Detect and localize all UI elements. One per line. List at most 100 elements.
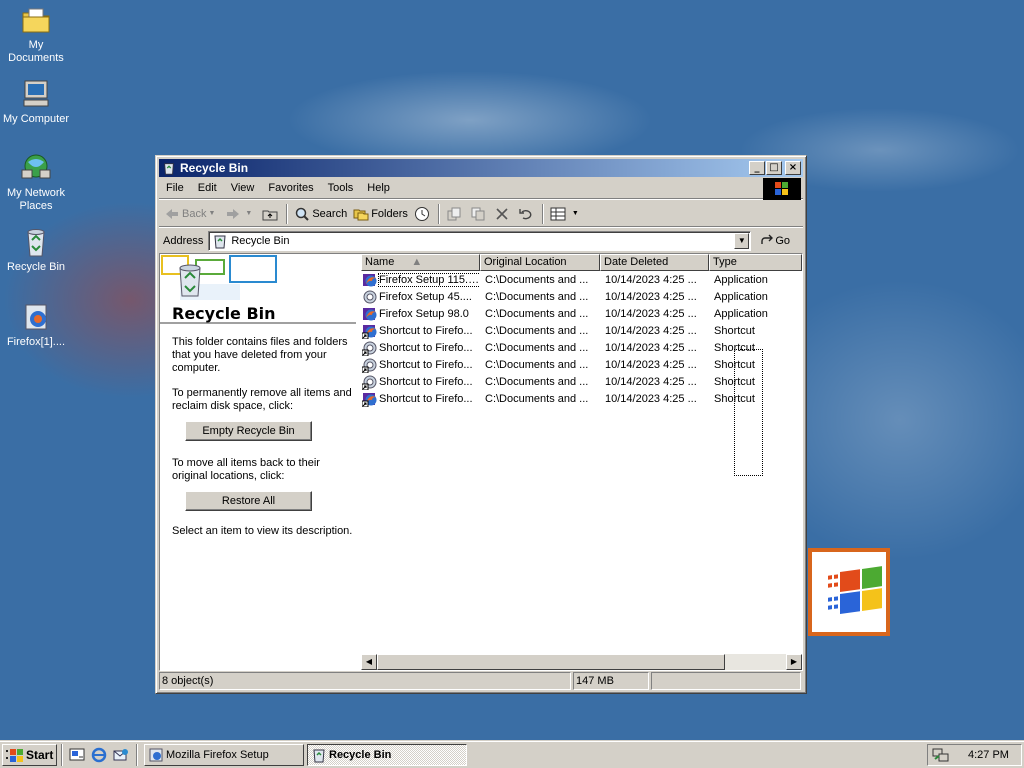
scroll-right-button[interactable]: ▶ [786, 654, 802, 670]
close-button[interactable]: × [785, 161, 801, 175]
horizontal-scrollbar[interactable]: ◀ ▶ [361, 654, 802, 670]
desktop-icon-recycle-bin[interactable]: Recycle Bin [0, 226, 72, 274]
recycle-bin-icon [164, 163, 174, 175]
taskbar: Start Mozilla Firefox Setup Recycle Bin … [0, 740, 1024, 768]
selection-hint: Select an item to view its description. [172, 525, 353, 537]
column-header-name[interactable]: Name ▲ [361, 254, 480, 271]
toolbar-separator [541, 203, 544, 224]
forward-button[interactable]: ▼ [222, 203, 259, 225]
cell-name[interactable]: Shortcut to Firefo... [361, 357, 480, 373]
recycle-bin-window: Recycle Bin _ □ × File Edit View Favorit… [155, 155, 807, 694]
status-object-count: 8 object(s) [159, 672, 571, 690]
menu-view[interactable]: View [224, 182, 262, 194]
cell-name[interactable]: Shortcut to Firefo... [361, 391, 480, 407]
maximize-button[interactable]: □ [766, 161, 782, 175]
desktop-icon-my-documents[interactable]: My Documents [0, 4, 72, 65]
scroll-thumb[interactable] [377, 654, 725, 670]
column-header-location[interactable]: Original Location [480, 254, 600, 271]
desktop-icon-label: Firefox[1].... [6, 336, 66, 348]
task-recycle-bin[interactable]: Recycle Bin [307, 743, 467, 766]
address-input[interactable]: Recycle Bin ▼ [208, 231, 752, 251]
title-bar[interactable]: Recycle Bin _ □ × [159, 159, 803, 177]
go-button[interactable]: Go [759, 233, 790, 249]
back-button[interactable]: Back ▼ [161, 203, 222, 225]
restore-all-button[interactable]: Restore All [185, 491, 312, 511]
outlook-express-icon[interactable] [113, 747, 129, 763]
windows-flag-icon [828, 566, 882, 615]
network-connection-icon[interactable] [932, 747, 950, 763]
internet-explorer-icon[interactable] [91, 747, 107, 763]
desktop-icon-network[interactable]: My Network Places [0, 152, 72, 213]
empty-recycle-bin-button[interactable]: Empty Recycle Bin [185, 421, 312, 441]
shortcut-icon [362, 392, 377, 407]
quick-launch [66, 747, 132, 763]
cell-location: C:\Documents and ... [485, 273, 589, 286]
table-row[interactable]: Firefox Setup 98.0 C:\Documents and ... 10… [361, 305, 802, 322]
go-arrow-icon [761, 234, 774, 244]
chevron-down-icon[interactable]: ▼ [245, 210, 252, 217]
cell-type: Application [714, 273, 768, 286]
table-row[interactable]: Shortcut to Firefo... C:\Documents and ..… [361, 322, 802, 339]
minimize-button[interactable]: _ [749, 161, 765, 175]
cell-name[interactable]: Shortcut to Firefo... [361, 340, 480, 356]
shortcut-old-icon [362, 358, 377, 373]
search-button[interactable]: Search [291, 203, 350, 225]
desktop-icon-my-computer[interactable]: My Computer [0, 78, 72, 126]
folders-label: Folders [371, 207, 408, 220]
move-to-button[interactable] [443, 203, 467, 225]
search-icon [296, 207, 310, 221]
cell-type: Application [714, 290, 768, 303]
cell-name[interactable]: Firefox Setup 45.... [361, 289, 480, 305]
address-dropdown-button[interactable]: ▼ [734, 233, 750, 249]
chevron-down-icon[interactable]: ▼ [208, 210, 215, 217]
scroll-left-button[interactable]: ◀ [361, 654, 377, 670]
task-firefox-setup[interactable]: Mozilla Firefox Setup [144, 743, 304, 766]
pane-description: This folder contains files and folders t… [172, 336, 348, 374]
menu-file[interactable]: File [159, 182, 191, 194]
column-label: Name [365, 256, 395, 268]
desktop-icon-firefox[interactable]: Firefox[1].... [0, 301, 72, 349]
delete-button[interactable] [491, 203, 515, 225]
desktop-icon-label: My Documents [8, 39, 64, 64]
recycle-bin-icon [313, 749, 325, 762]
menu-tools[interactable]: Tools [321, 182, 361, 194]
folders-button[interactable]: Folders [350, 203, 411, 225]
column-header-date[interactable]: Date Deleted [600, 254, 709, 271]
up-folder-button[interactable] [259, 203, 283, 225]
table-row[interactable]: Firefox Setup 45.... C:\Documents and ...… [361, 288, 802, 305]
file-name: Firefox Setup 45.... [379, 290, 472, 303]
menu-help[interactable]: Help [360, 182, 397, 194]
folder-documents-icon [22, 8, 50, 33]
scroll-track[interactable] [725, 654, 786, 670]
clock[interactable]: 4:27 PM [968, 749, 1009, 761]
show-desktop-icon[interactable] [69, 747, 85, 763]
menu-edit[interactable]: Edit [191, 182, 224, 194]
copy-to-button[interactable] [467, 203, 491, 225]
views-button[interactable]: ▼ [547, 203, 586, 225]
cell-name[interactable]: Shortcut to Firefo... [361, 374, 480, 390]
menu-favorites[interactable]: Favorites [261, 182, 320, 194]
undo-icon [519, 208, 532, 219]
chevron-down-icon[interactable]: ▼ [572, 210, 579, 217]
cell-type: Shortcut [714, 324, 755, 337]
cell-type: Application [714, 307, 768, 320]
back-label: Back [182, 207, 207, 220]
shortcut-icon [362, 324, 377, 339]
sort-ascending-icon: ▲ [411, 256, 423, 268]
cell-name[interactable]: Firefox Setup 115.0... [361, 272, 480, 288]
task-label: Recycle Bin [329, 748, 392, 761]
windows-flag-icon [775, 182, 788, 195]
cell-date-deleted: 10/14/2023 4:25 ... [605, 273, 697, 286]
firefox-setup-icon [363, 273, 377, 286]
undo-button[interactable] [515, 203, 539, 225]
file-name: Shortcut to Firefo... [379, 324, 473, 337]
history-button[interactable] [411, 203, 435, 225]
cell-name[interactable]: Firefox Setup 98.0 [361, 306, 480, 322]
column-header-type[interactable]: Type [709, 254, 802, 271]
cell-date-deleted: 10/14/2023 4:25 ... [605, 290, 697, 303]
cell-location: C:\Documents and ... [485, 290, 589, 303]
move-to-icon [447, 207, 461, 220]
start-button[interactable]: Start [2, 743, 57, 766]
table-row[interactable]: Firefox Setup 115.0... C:\Documents and .… [361, 271, 802, 288]
cell-name[interactable]: Shortcut to Firefo... [361, 323, 480, 339]
